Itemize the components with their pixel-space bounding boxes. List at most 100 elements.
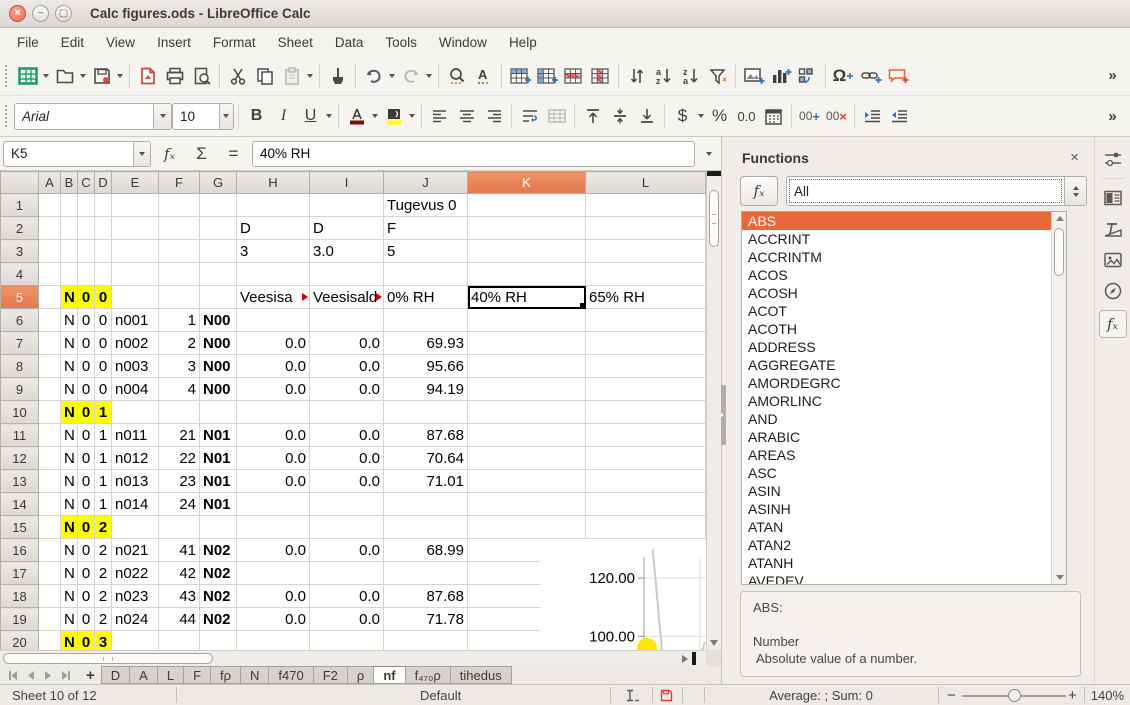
cell-I20[interactable] xyxy=(310,631,384,651)
cell-D17[interactable]: 2 xyxy=(95,562,112,585)
cell-G11[interactable]: N01 xyxy=(200,424,237,447)
delete-column-button[interactable] xyxy=(587,62,614,90)
align-top-button[interactable] xyxy=(579,102,606,130)
horizontal-scrollbar[interactable] xyxy=(0,650,706,666)
cell-H1[interactable] xyxy=(237,194,310,217)
italic-button[interactable]: I xyxy=(270,102,297,130)
cell-B13[interactable]: N xyxy=(61,470,78,493)
row-header-7[interactable]: 7 xyxy=(1,332,39,355)
cell-J3[interactable]: 5 xyxy=(384,240,468,263)
cell-A8[interactable] xyxy=(39,355,61,378)
row-header-9[interactable]: 9 xyxy=(1,378,39,401)
function-item-arabic[interactable]: ARABIC xyxy=(742,428,1066,446)
cell-F14[interactable]: 24 xyxy=(159,493,200,516)
cell-B17[interactable]: N xyxy=(61,562,78,585)
function-item-atan2[interactable]: ATAN2 xyxy=(742,536,1066,554)
cell-B3[interactable] xyxy=(61,240,78,263)
function-item-amordegrc[interactable]: AMORDEGRC xyxy=(742,374,1066,392)
cell-J7[interactable]: 69.93 xyxy=(384,332,468,355)
cell-A15[interactable] xyxy=(39,516,61,539)
add-decimal-button[interactable]: 00 + xyxy=(796,102,823,130)
cell-G1[interactable] xyxy=(200,194,237,217)
cell-A18[interactable] xyxy=(39,585,61,608)
font-size-input[interactable] xyxy=(173,104,219,129)
cell-K14[interactable] xyxy=(468,493,586,516)
cell-E18[interactable]: n023 xyxy=(112,585,159,608)
cell-A7[interactable] xyxy=(39,332,61,355)
cell-C1[interactable] xyxy=(78,194,95,217)
sheet-tab-F2[interactable]: F2 xyxy=(313,666,348,684)
cell-K1[interactable] xyxy=(468,194,586,217)
cell-A12[interactable] xyxy=(39,447,61,470)
cell-D20[interactable]: 3 xyxy=(95,631,112,651)
row-header-11[interactable]: 11 xyxy=(1,424,39,447)
save-dropdown[interactable] xyxy=(117,74,123,78)
cell-D13[interactable]: 1 xyxy=(95,470,112,493)
insert-chart-button[interactable] xyxy=(767,62,794,90)
window-maximize-button[interactable]: ▢ xyxy=(55,5,72,22)
cell-F6[interactable]: 1 xyxy=(159,309,200,332)
cell-F12[interactable]: 22 xyxy=(159,447,200,470)
zoom-out-button[interactable]: − xyxy=(947,687,956,704)
functions-panel-close-button[interactable]: × xyxy=(1064,149,1085,166)
zoom-in-button[interactable]: + xyxy=(1068,687,1077,704)
cell-F9[interactable]: 4 xyxy=(159,378,200,401)
cell-J1[interactable]: Tugevus 0 xyxy=(384,194,468,217)
bold-button[interactable]: B xyxy=(243,102,270,130)
cell-I7[interactable]: 0.0 xyxy=(310,332,384,355)
cell-I11[interactable]: 0.0 xyxy=(310,424,384,447)
cell-E8[interactable]: n003 xyxy=(112,355,159,378)
cell-C14[interactable]: 0 xyxy=(78,493,95,516)
menu-sheet[interactable]: Sheet xyxy=(267,30,324,55)
redo-dropdown[interactable] xyxy=(426,74,432,78)
cell-J15[interactable] xyxy=(384,516,468,539)
align-vertical-center-button[interactable] xyxy=(606,102,633,130)
cell-I9[interactable]: 0.0 xyxy=(310,378,384,401)
cell-K3[interactable] xyxy=(468,240,586,263)
cell-A16[interactable] xyxy=(39,539,61,562)
function-item-asinh[interactable]: ASINH xyxy=(742,500,1066,518)
currency-dropdown[interactable] xyxy=(698,114,704,118)
function-wizard-button[interactable]: fₓ xyxy=(156,140,183,168)
cell-J5[interactable]: 0% RH xyxy=(384,286,468,309)
cell-A2[interactable] xyxy=(39,217,61,240)
cell-J17[interactable] xyxy=(384,562,468,585)
function-item-accrint[interactable]: ACCRINT xyxy=(742,230,1066,248)
cell-D15[interactable]: 2 xyxy=(95,516,112,539)
sheet-tab-ρ[interactable]: ρ xyxy=(347,666,374,684)
cell-F20[interactable] xyxy=(159,631,200,651)
new-spreadsheet-button[interactable] xyxy=(14,62,41,90)
cell-F18[interactable]: 43 xyxy=(159,585,200,608)
function-item-acoth[interactable]: ACOTH xyxy=(742,320,1066,338)
cell-E3[interactable] xyxy=(112,240,159,263)
cell-F5[interactable] xyxy=(159,286,200,309)
toolbar-overflow-button[interactable]: » xyxy=(1099,62,1126,90)
cell-B1[interactable] xyxy=(61,194,78,217)
insert-hyperlink-button[interactable] xyxy=(857,62,884,90)
align-right-button[interactable] xyxy=(480,102,507,130)
average-sum-status[interactable]: Average: ; Sum: 0 xyxy=(704,688,938,703)
cell-H14[interactable] xyxy=(237,493,310,516)
row-header-14[interactable]: 14 xyxy=(1,493,39,516)
cell-K9[interactable] xyxy=(468,378,586,401)
function-list-scrollbar[interactable] xyxy=(1051,212,1066,584)
row-header-8[interactable]: 8 xyxy=(1,355,39,378)
cell-E11[interactable]: n011 xyxy=(112,424,159,447)
cell-C3[interactable] xyxy=(78,240,95,263)
font-name-dropdown[interactable] xyxy=(153,104,171,129)
cell-K10[interactable] xyxy=(468,401,586,424)
cell-L3[interactable] xyxy=(586,240,706,263)
sort-button[interactable] xyxy=(623,62,650,90)
previous-sheet-button[interactable] xyxy=(27,671,35,680)
cell-B12[interactable]: N xyxy=(61,447,78,470)
window-minimize-button[interactable]: − xyxy=(32,5,49,22)
row-header-17[interactable]: 17 xyxy=(1,562,39,585)
cell-I10[interactable] xyxy=(310,401,384,424)
cell-D2[interactable] xyxy=(95,217,112,240)
cell-B20[interactable]: N xyxy=(61,631,78,651)
cell-D14[interactable]: 1 xyxy=(95,493,112,516)
zoom-level-status[interactable]: 140% xyxy=(1090,688,1124,703)
cell-D3[interactable] xyxy=(95,240,112,263)
row-header-1[interactable]: 1 xyxy=(1,194,39,217)
cell-E13[interactable]: n013 xyxy=(112,470,159,493)
